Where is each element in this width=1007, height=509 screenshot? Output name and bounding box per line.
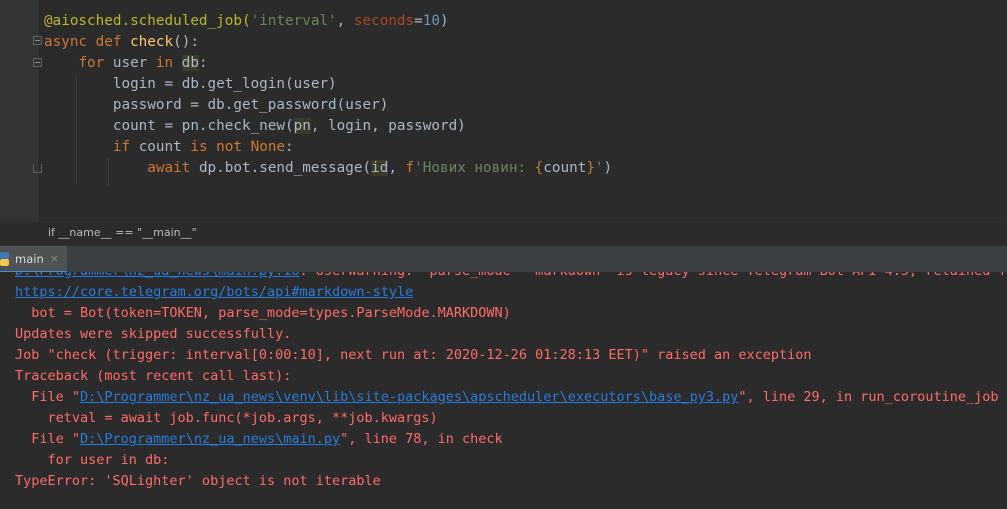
console-text: ", line 29, in run_coroutine_job bbox=[738, 389, 999, 405]
console-text: Traceback (most recent call last): bbox=[15, 368, 292, 384]
code-token: (): bbox=[173, 34, 199, 50]
code-token: count bbox=[543, 160, 587, 176]
close-icon[interactable]: × bbox=[50, 253, 59, 264]
console-text: ", line 78, in check bbox=[340, 431, 503, 447]
code-token: = bbox=[414, 13, 423, 29]
console-line: Updates were skipped successfully. bbox=[15, 324, 291, 345]
code-token: @aiosched.scheduled_job( bbox=[44, 13, 251, 29]
fold-collapse-icon[interactable] bbox=[33, 58, 42, 67]
console-text: bot = Bot(token=TOKEN, parse_mode=types.… bbox=[15, 305, 511, 321]
console-line: bot = Bot(token=TOKEN, parse_mode=types.… bbox=[15, 303, 511, 324]
code-token: 10 bbox=[422, 13, 440, 29]
code-editor[interactable]: @aiosched.scheduled_job('interval', seco… bbox=[0, 0, 1007, 221]
code-token: user bbox=[112, 55, 156, 71]
code-token: password = db.get_password(user) bbox=[44, 97, 389, 113]
console-text: File " bbox=[15, 389, 81, 405]
code-line[interactable]: await dp.bot.send_message(id, f'Нових но… bbox=[44, 158, 612, 179]
code-line[interactable]: @aiosched.scheduled_job('interval', seco… bbox=[44, 11, 449, 32]
code-token: check bbox=[130, 34, 174, 50]
code-token: f bbox=[405, 160, 415, 176]
code-token: , bbox=[388, 160, 406, 176]
code-token: ' bbox=[594, 160, 604, 176]
console-line: retval = await job.func(*job.args, **job… bbox=[15, 408, 438, 429]
console-text: Updates were skipped successfully. bbox=[15, 326, 292, 342]
console-text: retval = await job.func(*job.args, **job… bbox=[15, 410, 438, 426]
console-link[interactable]: D:\Programmer\nz_ua_news\main.py bbox=[80, 431, 340, 447]
fold-end-icon[interactable] bbox=[33, 164, 42, 173]
console-line: Traceback (most recent call last): bbox=[15, 366, 291, 387]
run-tab-label: main bbox=[15, 251, 44, 266]
code-token: , login, password) bbox=[310, 118, 466, 134]
console-line: TypeError: 'SQLighter' object is not ite… bbox=[15, 471, 381, 492]
breadcrumb[interactable]: if __name__ == "__main__" bbox=[48, 226, 197, 239]
python-icon bbox=[0, 251, 9, 266]
console-text: Job "check (trigger: interval[0:00:10], … bbox=[15, 347, 812, 363]
console-line: File "D:\Programmer\nz_ua_news\venv\lib\… bbox=[15, 387, 998, 408]
code-token: : bbox=[198, 55, 208, 71]
console-text: : UserWarning: 'parse_mode' 'markdown' i… bbox=[299, 272, 1007, 279]
code-token: is not None bbox=[190, 139, 286, 155]
code-line[interactable]: count = pn.check_new(pn, login, password… bbox=[44, 116, 466, 137]
editor-gutter bbox=[0, 0, 38, 221]
code-token: for bbox=[78, 55, 113, 71]
code-line[interactable]: password = db.get_password(user) bbox=[44, 95, 388, 116]
code-token: db bbox=[181, 55, 199, 71]
console-link[interactable]: D:\Programmer\nz_ua_news\main.py:18 bbox=[15, 272, 299, 279]
code-token: ) bbox=[603, 160, 613, 176]
run-console-output[interactable]: D:\Programmer\nz_ua_news\main.py:18: Use… bbox=[0, 272, 1007, 509]
code-line[interactable]: if count is not None: bbox=[44, 137, 294, 158]
console-link[interactable]: D:\Programmer\nz_ua_news\venv\lib\site-p… bbox=[80, 389, 738, 405]
code-token: ) bbox=[439, 13, 449, 29]
code-token: dp.bot.send_message( bbox=[198, 160, 372, 176]
code-token: : bbox=[285, 139, 294, 155]
console-text: TypeError: 'SQLighter' object is not ite… bbox=[15, 473, 381, 489]
code-token: count = pn.check_new( bbox=[44, 118, 294, 134]
code-line[interactable]: login = db.get_login(user) bbox=[44, 74, 337, 95]
console-link[interactable]: https://core.telegram.org/bots/api#markd… bbox=[15, 284, 413, 300]
fold-collapse-icon[interactable] bbox=[33, 36, 42, 45]
code-token: await bbox=[147, 160, 199, 176]
code-token: pn bbox=[293, 118, 311, 134]
code-line[interactable]: for user in db: bbox=[44, 53, 208, 74]
console-line: File "D:\Programmer\nz_ua_news\main.py",… bbox=[15, 429, 503, 450]
code-token: login = db.get_login(user) bbox=[44, 76, 337, 92]
console-line: https://core.telegram.org/bots/api#markd… bbox=[15, 282, 413, 303]
code-token: seconds bbox=[353, 13, 415, 29]
run-tab-main[interactable]: main × bbox=[0, 246, 67, 273]
code-token: in bbox=[155, 55, 182, 71]
console-line: for user in db: bbox=[15, 450, 170, 471]
code-token: 'interval' bbox=[250, 13, 337, 29]
code-token: id bbox=[371, 160, 389, 176]
code-token: { bbox=[534, 160, 544, 176]
code-token: , bbox=[336, 13, 354, 29]
run-tool-window-tabs: main × bbox=[0, 245, 1007, 273]
console-text: File " bbox=[15, 431, 81, 447]
console-line: D:\Programmer\nz_ua_news\main.py:18: Use… bbox=[15, 272, 1007, 282]
console-text: for user in db: bbox=[15, 452, 170, 468]
console-line: Job "check (trigger: interval[0:00:10], … bbox=[15, 345, 812, 366]
code-token: } bbox=[586, 160, 595, 176]
breadcrumb-bar: if __name__ == "__main__" bbox=[0, 221, 1007, 245]
code-token: async def bbox=[44, 34, 131, 50]
code-token: 'Нових новин: bbox=[414, 160, 535, 176]
code-token: if bbox=[112, 139, 139, 155]
code-line[interactable]: async def check(): bbox=[44, 32, 199, 53]
code-token: count bbox=[138, 139, 191, 155]
